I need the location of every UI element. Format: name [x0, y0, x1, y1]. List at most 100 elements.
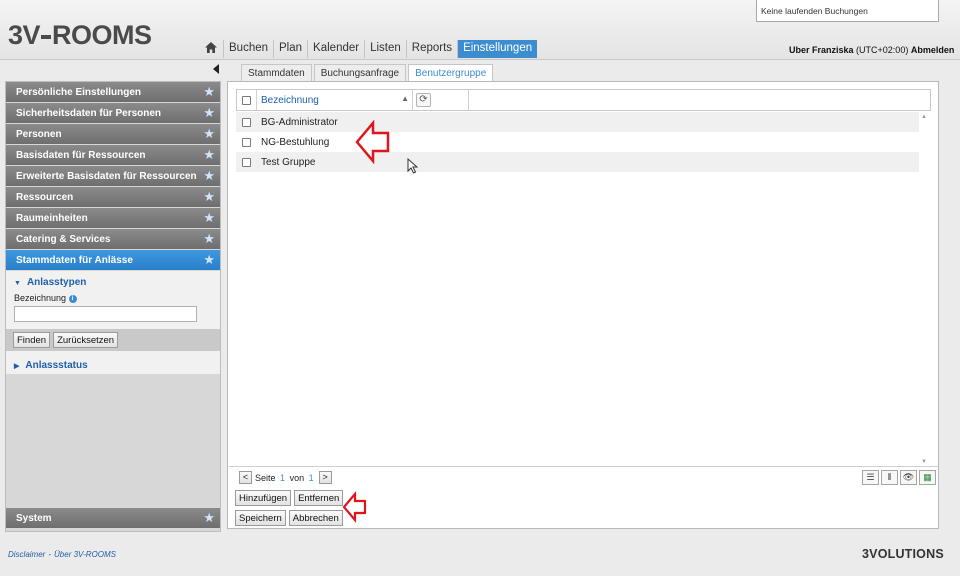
sidebar-item-sicherheitsdaten[interactable]: Sicherheitsdaten für Personen ★	[6, 103, 220, 123]
find-button[interactable]: Finden	[13, 332, 51, 348]
sidebar-item-stammdaten-anlaesse[interactable]: Stammdaten für Anlässe ★	[6, 250, 220, 270]
row-actions: Hinzufügen Entfernen	[235, 490, 344, 506]
info-icon[interactable]: i	[68, 294, 77, 303]
row-checkbox[interactable]	[241, 157, 251, 167]
row-label: BG-Administrator	[261, 116, 338, 128]
form-actions: Speichern Abbrechen	[235, 510, 343, 526]
nav-kalender[interactable]: Kalender	[307, 40, 364, 58]
sidebar-item-basisdaten-ressourcen[interactable]: Basisdaten für Ressourcen ★	[6, 145, 220, 165]
caret-right-icon: ▶	[14, 363, 20, 370]
section-anlasstypen[interactable]: ▼ Anlasstypen	[6, 271, 220, 291]
sidebar-item-raumeinheiten[interactable]: Raumeinheiten ★	[6, 208, 220, 228]
sidebar-item-label: Sicherheitsdaten für Personen	[16, 108, 162, 119]
current-page[interactable]: 1	[280, 473, 285, 483]
column-view-icon[interactable]: ⦀	[881, 470, 898, 485]
star-icon[interactable]: ★	[203, 231, 215, 247]
pager-label: Seite	[255, 472, 276, 483]
sidebar-item-persoenliche-einstellungen[interactable]: Persönliche Einstellungen ★	[6, 82, 220, 102]
sidebar-item-label: Stammdaten für Anlässe	[16, 255, 133, 266]
section-anlassstatus[interactable]: ▶ Anlassstatus	[6, 354, 220, 374]
bezeichnung-filter-input[interactable]	[14, 306, 197, 322]
main-nav: Buchen Plan Kalender Listen Reports Eins…	[200, 40, 538, 58]
sidebar-item-label: Raumeinheiten	[16, 213, 88, 224]
reset-button[interactable]: Zurücksetzen	[53, 332, 119, 348]
add-button[interactable]: Hinzufügen	[235, 490, 292, 506]
sidebar-filter-panel: ▼ Anlasstypen Bezeichnung i Finden Zurück…	[6, 271, 220, 374]
sort-asc-icon[interactable]: ▲	[401, 94, 409, 103]
star-icon[interactable]: ★	[203, 189, 215, 205]
row-checkbox[interactable]	[241, 137, 251, 147]
tab-benutzergruppe[interactable]: Benutzergruppe	[408, 64, 494, 81]
total-pages: 1	[308, 472, 314, 483]
view-toggles: ☰ ⦀ 👁 ▦	[862, 470, 936, 485]
star-icon[interactable]: ★	[203, 126, 215, 142]
nav-einstellungen[interactable]: Einstellungen	[457, 40, 538, 58]
excel-export-icon[interactable]: ▦	[919, 470, 936, 485]
row-label: Test Gruppe	[261, 156, 316, 168]
nav-listen[interactable]: Listen	[364, 40, 406, 58]
footer-links: Disclaimer - Über 3V-ROOMS	[8, 550, 116, 559]
app-logo[interactable]: 3V ROOMS	[8, 20, 152, 51]
star-icon[interactable]: ★	[203, 168, 215, 184]
scroll-down-icon[interactable]: ▼	[921, 459, 927, 465]
table-row[interactable]: NG-Bestuhlung	[236, 132, 919, 152]
annotation-arrow-icon	[355, 120, 390, 164]
nav-plan[interactable]: Plan	[273, 40, 307, 58]
prev-page-button[interactable]: <	[239, 471, 252, 484]
sidebar-item-label: Ressourcen	[16, 192, 74, 203]
section-label: Anlassstatus	[25, 360, 88, 371]
home-icon[interactable]	[200, 40, 223, 58]
row-checkbox[interactable]	[241, 117, 251, 127]
sidebar-item-personen[interactable]: Personen ★	[6, 124, 220, 144]
star-icon[interactable]: ★	[203, 252, 215, 268]
app-header: 3V ROOMS Keine laufenden Buchungen Buchen…	[0, 0, 960, 60]
subtabs: Stammdaten Buchungsanfrage Benutzergrupp…	[241, 64, 495, 81]
sidebar-item-label: Catering & Services	[16, 234, 111, 245]
logout-link[interactable]: Abmelden	[911, 45, 955, 55]
filter-buttons: Finden Zurücksetzen	[6, 329, 220, 351]
list-view-icon[interactable]: ☰	[862, 470, 879, 485]
star-icon[interactable]: ★	[203, 147, 215, 163]
grid-rows: BG-Administrator NG-Bestuhlung Test Grup…	[236, 112, 919, 172]
tab-stammdaten[interactable]: Stammdaten	[241, 64, 312, 81]
tab-buchungsanfrage[interactable]: Buchungsanfrage	[313, 64, 407, 81]
collapse-sidebar-icon[interactable]	[213, 64, 219, 74]
save-button[interactable]: Speichern	[235, 510, 286, 526]
refresh-icon[interactable]: ⟳	[416, 93, 431, 107]
nav-buchen[interactable]: Buchen	[223, 40, 273, 58]
user-info: Uber Franziska (UTC+02:00) Abmelden	[789, 45, 954, 55]
scroll-up-icon[interactable]: ▲	[921, 114, 927, 120]
next-page-button[interactable]: >	[318, 471, 332, 484]
brand-logo: 3VOLUTIONS	[862, 547, 944, 561]
disclaimer-link[interactable]: Disclaimer	[8, 550, 45, 559]
eye-icon[interactable]: 👁	[900, 470, 917, 485]
running-bookings-notice: Keine laufenden Buchungen	[756, 0, 939, 22]
divider	[229, 466, 938, 467]
sidebar-item-label: System	[16, 513, 52, 524]
sidebar: Persönliche Einstellungen ★ Sicherheitsda…	[5, 81, 221, 532]
sidebar-item-erweiterte-basisdaten[interactable]: Erweiterte Basisdaten für Ressourcen ★	[6, 166, 220, 186]
section-label: Anlasstypen	[26, 277, 87, 288]
user-name: Uber Franziska	[789, 45, 854, 55]
star-icon[interactable]: ★	[203, 210, 215, 226]
sidebar-item-system[interactable]: System ★	[6, 508, 220, 528]
star-icon[interactable]: ★	[203, 510, 215, 526]
nav-reports[interactable]: Reports	[405, 40, 457, 58]
about-link[interactable]: Über 3V-ROOMS	[54, 550, 116, 559]
cancel-button[interactable]: Abbrechen	[288, 510, 343, 526]
sidebar-item-ressourcen[interactable]: Ressourcen ★	[6, 187, 220, 207]
column-header-bezeichnung[interactable]: Bezeichnung ▲	[257, 90, 413, 110]
vertical-scrollbar[interactable]: ▲ ▼	[918, 112, 930, 465]
star-icon[interactable]: ★	[203, 84, 215, 100]
star-icon[interactable]: ★	[203, 105, 215, 121]
pager-of: von	[289, 472, 305, 483]
table-row[interactable]: Test Gruppe	[236, 152, 919, 172]
sidebar-item-catering[interactable]: Catering & Services ★	[6, 229, 220, 249]
sidebar-item-label: Personen	[16, 129, 62, 140]
table-row[interactable]: BG-Administrator	[236, 112, 919, 132]
caret-down-icon: ▼	[14, 280, 21, 287]
refresh-cell: ⟳	[413, 90, 469, 110]
select-all-checkbox[interactable]	[242, 95, 251, 105]
remove-button[interactable]: Entfernen	[294, 490, 344, 506]
content-panel: Bezeichnung ▲ ⟳ BG-Administrator NG-Bestu…	[227, 81, 939, 529]
